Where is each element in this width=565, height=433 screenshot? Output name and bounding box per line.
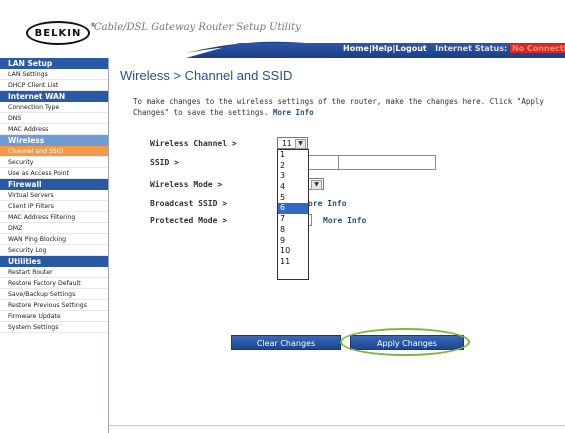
protected-more-info-link[interactable]: More Info xyxy=(323,216,366,225)
sidebar-section-wireless: Wireless xyxy=(0,135,108,146)
sidebar-item-system-settings[interactable]: System Settings xyxy=(0,322,108,333)
sidebar-section-firewall: Firewall xyxy=(0,179,108,190)
channel-option[interactable]: 2 xyxy=(278,161,308,172)
wireless-channel-select[interactable]: 11 ▼ xyxy=(277,137,308,149)
channel-dropdown-list[interactable]: 1 2 3 4 5 6 7 8 9 10 11 xyxy=(277,149,309,280)
sidebar-item-virtual-servers[interactable]: Virtual Servers xyxy=(0,190,108,201)
channel-option[interactable]: 11 xyxy=(278,257,308,268)
page-description: To make changes to the wireless settings… xyxy=(133,96,553,118)
sidebar-item-restore-factory-default[interactable]: Restore Factory Default xyxy=(0,278,108,289)
sidebar-item-lan-settings[interactable]: LAN Settings xyxy=(0,69,108,80)
sidebar-item-dns[interactable]: DNS xyxy=(0,113,108,124)
chevron-down-icon[interactable]: ▼ xyxy=(311,180,322,190)
clear-changes-button[interactable]: Clear Changes xyxy=(231,335,341,350)
ssid-label: SSID > xyxy=(150,158,179,167)
broadcast-more-info-link[interactable]: ore Info xyxy=(308,199,347,208)
ssid-input[interactable] xyxy=(338,155,436,170)
wireless-channel-label: Wireless Channel > xyxy=(150,139,237,148)
brand-name: BELKIN xyxy=(34,27,82,39)
sidebar-item-dhcp-client-list[interactable]: DHCP Client List xyxy=(0,80,108,91)
sidebar-section-utilities: Utilities xyxy=(0,256,108,267)
sidebar-item-mac-address-filtering[interactable]: MAC Address Filtering xyxy=(0,212,108,223)
internet-status-value: No Connection xyxy=(509,44,565,53)
sidebar-item-firmware-update[interactable]: Firmware Update xyxy=(0,311,108,322)
internet-status-label: Internet Status: xyxy=(435,44,508,53)
channel-option[interactable]: 9 xyxy=(278,236,308,247)
page-title: Wireless > Channel and SSID xyxy=(120,68,293,83)
sidebar-item-channel-and-ssid[interactable]: Channel and SSID xyxy=(0,146,108,157)
help-link[interactable]: Help xyxy=(372,44,393,53)
wireless-mode-label: Wireless Mode > xyxy=(150,180,223,189)
broadcast-ssid-label: Broadcast SSID > xyxy=(150,199,228,208)
channel-option[interactable]: 8 xyxy=(278,225,308,236)
sidebar-item-connection-type[interactable]: Connection Type xyxy=(0,102,108,113)
channel-option[interactable]: 1 xyxy=(278,150,308,161)
channel-option[interactable]: 10 xyxy=(278,246,308,257)
sidebar-item-client-ip-filters[interactable]: Client IP Filters xyxy=(0,201,108,212)
sidebar-item-mac-address[interactable]: MAC Address xyxy=(0,124,108,135)
sidebar-item-dmz[interactable]: DMZ xyxy=(0,223,108,234)
bottom-divider xyxy=(109,425,565,426)
sidebar-item-security[interactable]: Security xyxy=(0,157,108,168)
top-links: Home|Help|Logout Internet Status: No Con… xyxy=(343,44,565,53)
channel-select-value: 11 xyxy=(282,139,292,148)
channel-option[interactable]: 5 xyxy=(278,193,308,204)
home-link[interactable]: Home xyxy=(343,44,369,53)
sidebar-item-wan-ping-blocking[interactable]: WAN Ping Blocking xyxy=(0,234,108,245)
channel-option[interactable]: 6 xyxy=(278,203,308,215)
sidebar-item-security-log[interactable]: Security Log xyxy=(0,245,108,256)
sidebar-section-internet-wan: Internet WAN xyxy=(0,91,108,102)
channel-option[interactable]: 7 xyxy=(278,214,308,225)
protected-mode-label: Protected Mode > xyxy=(150,216,228,225)
sidebar: LAN Setup LAN Settings DHCP Client List Int… xyxy=(0,58,109,433)
channel-option[interactable]: 4 xyxy=(278,182,308,193)
belkin-logo: BELKIN xyxy=(26,21,90,45)
sidebar-item-restart-router[interactable]: Restart Router xyxy=(0,267,108,278)
app-tagline: Cable/DSL Gateway Router Setup Utility xyxy=(94,22,301,33)
logout-link[interactable]: Logout xyxy=(395,44,426,53)
channel-option[interactable]: 3 xyxy=(278,171,308,182)
description-text: To make changes to the wireless settings… xyxy=(133,97,544,117)
more-info-link[interactable]: More Info xyxy=(273,108,314,117)
sidebar-item-restore-previous-settings[interactable]: Restore Previous Settings xyxy=(0,300,108,311)
chevron-down-icon[interactable]: ▼ xyxy=(295,139,306,149)
sidebar-item-save-backup-settings[interactable]: Save/Backup Settings xyxy=(0,289,108,300)
sidebar-section-lan-setup: LAN Setup xyxy=(0,58,108,69)
sidebar-item-use-as-access-point[interactable]: Use as Access Point xyxy=(0,168,108,179)
apply-highlight-ring xyxy=(340,328,470,356)
